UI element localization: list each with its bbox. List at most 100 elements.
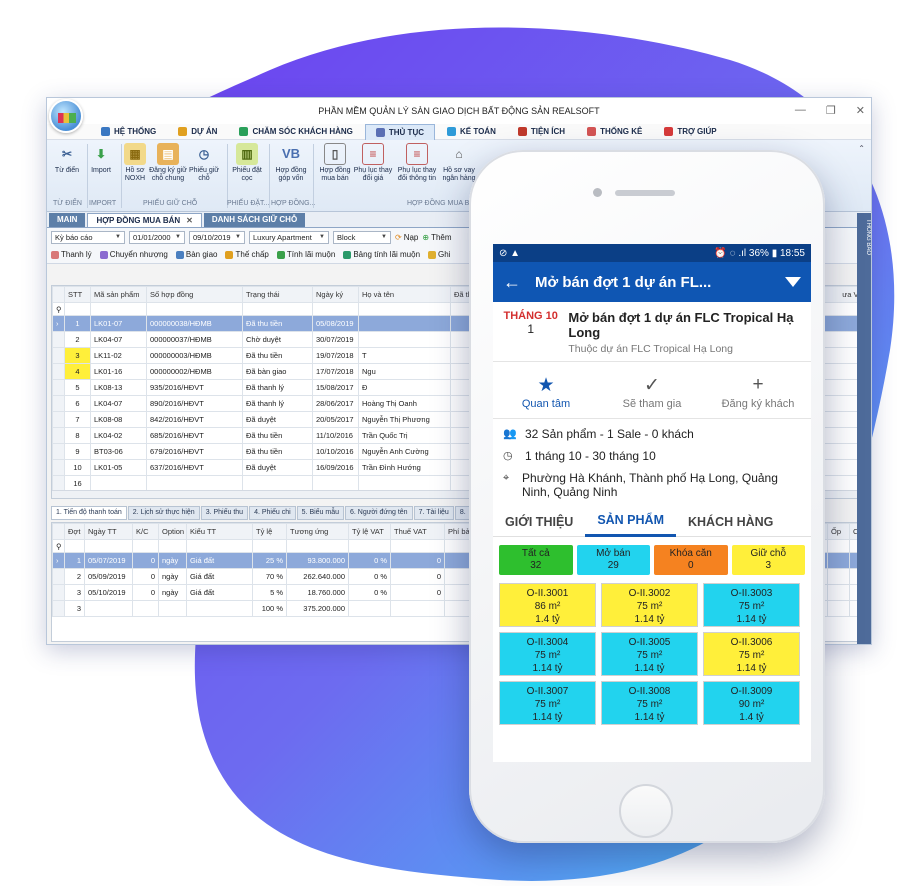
dang-ky-khach-button[interactable]: + Đăng ký khách (708, 374, 808, 410)
app-bar: ← Mở bán đợt 1 dự án FL... (493, 262, 811, 302)
unit-area: 75 m² (636, 601, 663, 612)
col-kieu-tt[interactable]: Kiểu TT (186, 523, 253, 540)
status-chip[interactable]: Mở bán 29 (576, 545, 650, 575)
unit-card[interactable]: O-II.3006 75 m² 1.14 tỷ (703, 632, 800, 676)
filter-icon[interactable] (785, 277, 801, 287)
to-date[interactable]: 09/10/2019 ▼ (189, 230, 245, 244)
menu-tien-ich[interactable]: TIỆN ÍCH (508, 124, 575, 140)
detail-tab[interactable]: 5. Biểu mẫu (296, 506, 345, 520)
unit-card[interactable]: O-II.3001 86 m² 1.4 tỷ (499, 583, 596, 627)
period-select[interactable]: Kỳ báo cáo ▼ (51, 230, 125, 244)
tab-khach-hang[interactable]: KHÁCH HÀNG (676, 507, 785, 537)
the-chap-button[interactable]: Thế chấp (225, 250, 269, 259)
tab-san-pham[interactable]: SẢN PHẨM (585, 507, 676, 537)
cell-ngay-tt: 05/07/2019 (84, 552, 133, 569)
filter-icon[interactable]: ⚲ (52, 302, 65, 316)
unit-card[interactable]: O-II.3008 75 m² 1.14 tỷ (601, 681, 698, 725)
tab-main[interactable]: MAIN (49, 213, 86, 227)
home-button[interactable] (619, 784, 673, 838)
filter-icon[interactable]: ⚲ (52, 539, 65, 553)
block-select[interactable]: Block ▼ (333, 230, 391, 244)
col-ho-va-ten[interactable]: Họ và tên (358, 286, 451, 303)
menu-cham-soc-khach-hang[interactable]: CHĂM SÓC KHÁCH HÀNG (229, 124, 362, 140)
ribbon-phu-luc-thong-tin-button[interactable]: ≡ Phụ lục thay đổi thông tin (397, 143, 437, 183)
col-tuong-ung[interactable]: Tương ứng (286, 523, 349, 540)
tinh-lai-muon-button[interactable]: Tính lãi muộn (276, 250, 335, 259)
chuyen-nhuong-button[interactable]: Chuyển nhượng (99, 250, 168, 259)
ribbon-hop-dong-mua-ban-button[interactable]: ▯ Hợp đồng mua bán (315, 143, 355, 183)
unit-card[interactable]: O-II.3005 75 m² 1.14 tỷ (601, 632, 698, 676)
quan-tam-button[interactable]: ★ Quan tâm (496, 374, 596, 410)
bang-tinh-lai-muon-button[interactable]: Bảng tính lãi muộn (343, 250, 420, 259)
from-date[interactable]: 01/01/2000 ▼ (129, 230, 185, 244)
se-tham-gia-button[interactable]: ✓ Sẽ tham gia (602, 374, 702, 410)
thanh-ly-button[interactable]: Thanh lý (51, 250, 92, 259)
book-icon: ▯ (324, 143, 346, 165)
col-trang-thai[interactable]: Trạng thái (242, 286, 313, 303)
col-ngay-ky[interactable]: Ngày ký (312, 286, 359, 303)
detail-tab[interactable]: 7. Tài liệu (413, 506, 454, 520)
cell-so-hop-dong: 890/2016/HĐVT (146, 395, 243, 412)
ribbon-hop-dong-gop-von-button[interactable]: VB Hợp đồng góp vốn (271, 143, 311, 183)
group-tu-dien: TỪ ĐIỂN (53, 200, 82, 207)
unit-card[interactable]: O-II.3002 75 m² 1.14 tỷ (601, 583, 698, 627)
unit-card[interactable]: O-II.3009 90 m² 1.4 tỷ (703, 681, 800, 725)
detail-tab[interactable]: 2. Lịch sử thực hiện (127, 506, 200, 520)
chevron-down-icon: ▼ (175, 234, 181, 240)
detail-tab[interactable]: 3. Phiếu thu (200, 506, 249, 520)
cell-trang-thai: Đã thu tiền (242, 315, 313, 332)
unit-area: 86 m² (534, 601, 561, 612)
col-ma-san-pham[interactable]: Mã sản phẩm (90, 286, 147, 303)
unit-card[interactable]: O-II.3003 75 m² 1.14 tỷ (703, 583, 800, 627)
cell-stt: 5 (64, 379, 91, 396)
close-tab-icon[interactable]: ✕ (186, 216, 193, 225)
people-icon: 👥 (503, 428, 517, 440)
close-icon[interactable]: ✕ (856, 104, 865, 117)
ribbon-phieu-dat-coc-button[interactable]: ▥ Phiếu đặt cọc (227, 143, 267, 183)
unit-card[interactable]: O-II.3007 75 m² 1.14 tỷ (499, 681, 596, 725)
detail-tab[interactable]: 1. Tiến độ thanh toán (51, 506, 127, 520)
ghi-button[interactable]: Ghi (428, 250, 450, 259)
notification-panel[interactable]: THÔNG BÁO (857, 213, 871, 644)
ribbon-phieu-giu-cho-button[interactable]: ◷ Phiếu giữ chỗ (184, 143, 224, 183)
status-chip[interactable]: Tất cả 32 (499, 545, 573, 575)
col-dot[interactable]: Đợt (64, 523, 85, 540)
unit-card[interactable]: O-II.3004 75 m² 1.14 tỷ (499, 632, 596, 676)
col-stt[interactable]: STT (64, 286, 91, 303)
menu-he-thong[interactable]: HỆ THỐNG (91, 124, 166, 140)
back-arrow-icon[interactable]: ← (503, 272, 521, 293)
tab-danh-sach-giu-cho[interactable]: DANH SÁCH GIỮ CHỖ (203, 213, 306, 227)
project-select[interactable]: Luxury Apartment ▼ (249, 230, 329, 244)
status-filter-chips: Tất cả 32 Mở bán 29 Khóa căn 0 Giữ chỗ 3 (493, 537, 811, 581)
minimize-icon[interactable]: — (795, 104, 806, 117)
add-button[interactable]: ⊕ Thêm (422, 233, 451, 242)
tab-hop-dong-mua-ban[interactable]: HỢP ĐỒNG MUA BÁN ✕ (87, 213, 202, 227)
col-ty-le[interactable]: Tỷ lệ (252, 523, 287, 540)
col-ngay-tt[interactable]: Ngày TT (84, 523, 133, 540)
detail-tab[interactable]: 6. Người đứng tên (345, 506, 413, 520)
detail-tab[interactable]: 4. Phiếu chi (249, 506, 296, 520)
ribbon-phu-luc-gia-button[interactable]: ≡ Phụ lục thay đổi giá (353, 143, 393, 183)
menu-du-an[interactable]: DỰ ÁN (168, 124, 227, 140)
ban-giao-button[interactable]: Bàn giao (175, 250, 217, 259)
status-chip[interactable]: Khóa căn 0 (654, 545, 728, 575)
col-thue-vat[interactable]: Thuế VAT (390, 523, 445, 540)
reload-button[interactable]: ⟳ Nạp (395, 233, 418, 242)
cell-ho-va-ten: T (358, 347, 451, 364)
col-ty-le-vat[interactable]: Tỷ lệ VAT (348, 523, 391, 540)
menu-tro-giup[interactable]: TRỢ GIÚP (654, 124, 726, 140)
menu-ke-toan[interactable]: KẾ TOÁN (437, 124, 506, 140)
col-op[interactable]: Ốp (827, 523, 850, 540)
ribbon-ho-so-vay-button[interactable]: ⌂ Hồ sơ vay ngân hàng (439, 143, 479, 183)
payments-total-amount: 375.200.000 (286, 600, 349, 617)
menu-thong-ke[interactable]: THỐNG KÊ (577, 124, 652, 140)
menu-thu-tuc[interactable]: THỦ TỤC (364, 123, 435, 140)
tab-gioi-thieu[interactable]: GIỚI THIỆU (493, 507, 585, 537)
collapse-ribbon-icon[interactable]: ⌃ (858, 144, 865, 153)
restore-icon[interactable]: ❐ (826, 104, 836, 117)
col-so-hop-dong[interactable]: Số hợp đồng (146, 286, 243, 303)
col-option[interactable]: Option (158, 523, 187, 540)
ribbon-dang-ky-giu-cho-button[interactable]: ▤ Đăng ký giữ chỗ chung (148, 143, 188, 183)
col-kc[interactable]: K/C (132, 523, 159, 540)
status-chip[interactable]: Giữ chỗ 3 (731, 545, 805, 575)
